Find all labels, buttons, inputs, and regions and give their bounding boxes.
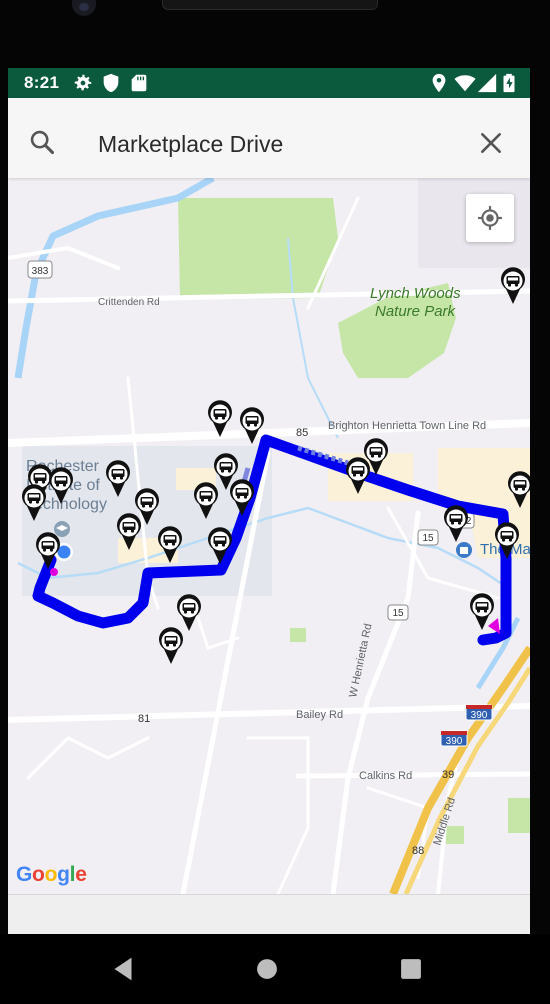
status-time: 8:21 bbox=[24, 73, 60, 92]
status-bar: 8:21 bbox=[8, 68, 530, 98]
recents-icon[interactable] bbox=[394, 952, 428, 986]
search-icon[interactable] bbox=[28, 128, 56, 156]
road-label-calkins: Calkins Rd bbox=[359, 770, 412, 782]
navigation-bar bbox=[0, 934, 550, 1004]
close-icon[interactable] bbox=[478, 130, 504, 156]
app-screen: 8:21 Marketplace Drive Crittenden Rd Lyn… bbox=[8, 68, 530, 934]
gear-icon bbox=[74, 74, 92, 91]
shield-390-a: 390 bbox=[465, 704, 493, 721]
svg-text:15: 15 bbox=[422, 533, 434, 544]
earpiece-speaker bbox=[162, 0, 378, 10]
back-icon[interactable] bbox=[106, 952, 140, 986]
shield-15-b: 15 bbox=[387, 604, 409, 621]
sd-card-icon bbox=[131, 74, 147, 92]
park-label-line2: Nature Park bbox=[375, 303, 457, 320]
svg-text:390: 390 bbox=[446, 736, 463, 747]
shield-390-b: 390 bbox=[440, 730, 468, 747]
campus-icon bbox=[54, 521, 70, 537]
wifi-icon bbox=[454, 75, 476, 92]
route-start-dot bbox=[50, 568, 58, 576]
front-camera bbox=[72, 0, 96, 16]
search-bar bbox=[8, 98, 530, 178]
shield-15-a: 15 bbox=[417, 529, 439, 546]
my-location-button[interactable] bbox=[466, 194, 514, 242]
search-input[interactable] bbox=[98, 126, 468, 162]
my-location-icon bbox=[478, 206, 502, 230]
shield-81: 81 bbox=[138, 713, 150, 725]
park-area bbox=[178, 198, 338, 300]
battery-charging-icon bbox=[503, 73, 515, 93]
bottom-panel bbox=[8, 894, 530, 934]
map-canvas[interactable]: Crittenden Rd Lynch Woods Nature Park Br… bbox=[8, 178, 530, 894]
place-icon-the-ma bbox=[456, 542, 472, 558]
road-label-bailey: Bailey Rd bbox=[296, 709, 343, 721]
shield-icon bbox=[103, 73, 119, 93]
home-icon[interactable] bbox=[250, 952, 284, 986]
svg-text:390: 390 bbox=[471, 710, 488, 721]
park-area bbox=[290, 628, 306, 642]
svg-text:15: 15 bbox=[392, 608, 404, 619]
device-frame: 8:21 Marketplace Drive Crittenden Rd Lyn… bbox=[0, 0, 550, 1004]
road-label-brighton: Brighton Henrietta Town Line Rd bbox=[328, 420, 486, 432]
cell-signal-icon bbox=[477, 73, 497, 93]
shield-383: 383 bbox=[27, 260, 53, 279]
map-view[interactable]: Crittenden Rd Lynch Woods Nature Park Br… bbox=[8, 178, 530, 894]
park-area bbox=[508, 798, 530, 833]
park-label-line1: Lynch Woods bbox=[370, 285, 461, 302]
road-label-crittenden: Crittenden Rd bbox=[98, 297, 160, 308]
shield-88: 88 bbox=[412, 845, 424, 857]
svg-text:383: 383 bbox=[32, 266, 49, 277]
location-icon bbox=[432, 73, 446, 93]
shield-39: 39 bbox=[442, 769, 454, 781]
shield-85: 85 bbox=[296, 427, 308, 439]
google-logo[interactable]: Google bbox=[16, 863, 87, 887]
